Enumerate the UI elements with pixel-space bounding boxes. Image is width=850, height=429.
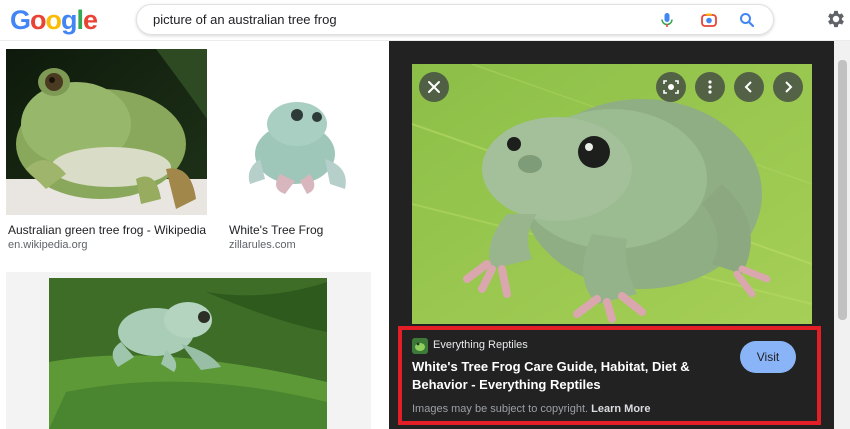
learn-more-link[interactable]: Learn More (591, 403, 650, 415)
preview-title[interactable]: White's Tree Frog Care Guide, Habitat, D… (412, 358, 712, 394)
search-input[interactable] (153, 9, 623, 29)
search-box[interactable] (136, 4, 774, 35)
google-logo[interactable]: Google (10, 4, 98, 36)
prev-icon[interactable] (734, 72, 764, 102)
preview-image[interactable] (412, 64, 812, 324)
top-bar: Google (0, 0, 850, 41)
settings-gear-icon[interactable] (825, 8, 847, 30)
lens-icon[interactable] (656, 72, 686, 102)
more-vert-icon[interactable] (695, 72, 725, 102)
close-icon[interactable] (419, 72, 449, 102)
camera-lens-icon[interactable] (700, 11, 718, 29)
result-image-1[interactable] (6, 49, 207, 215)
result-domain-1: en.wikipedia.org (8, 239, 88, 251)
result-domain-2: zillarules.com (229, 239, 296, 251)
scrollbar-thumb[interactable] (838, 60, 847, 320)
copyright-notice: Images may be subject to copyright. Lear… (412, 403, 650, 415)
logo-letter: o (30, 5, 46, 35)
copyright-text: Images may be subject to copyright. (412, 403, 589, 415)
logo-letter: e (83, 5, 98, 35)
next-icon[interactable] (773, 72, 803, 102)
result-title-1[interactable]: Australian green tree frog - Wikipedia (8, 223, 206, 237)
result-image-3[interactable] (6, 272, 371, 429)
search-icon[interactable] (738, 11, 756, 29)
source-name[interactable]: Everything Reptiles (433, 339, 528, 351)
mic-icon[interactable] (658, 11, 676, 29)
source-favicon (412, 338, 428, 354)
result-title-2[interactable]: White's Tree Frog (229, 223, 323, 237)
result-image-2[interactable] (225, 49, 371, 215)
logo-letter: G (10, 5, 31, 35)
logo-letter: g (61, 5, 77, 35)
logo-letter: o (45, 5, 62, 35)
visit-button[interactable]: Visit (740, 341, 796, 373)
